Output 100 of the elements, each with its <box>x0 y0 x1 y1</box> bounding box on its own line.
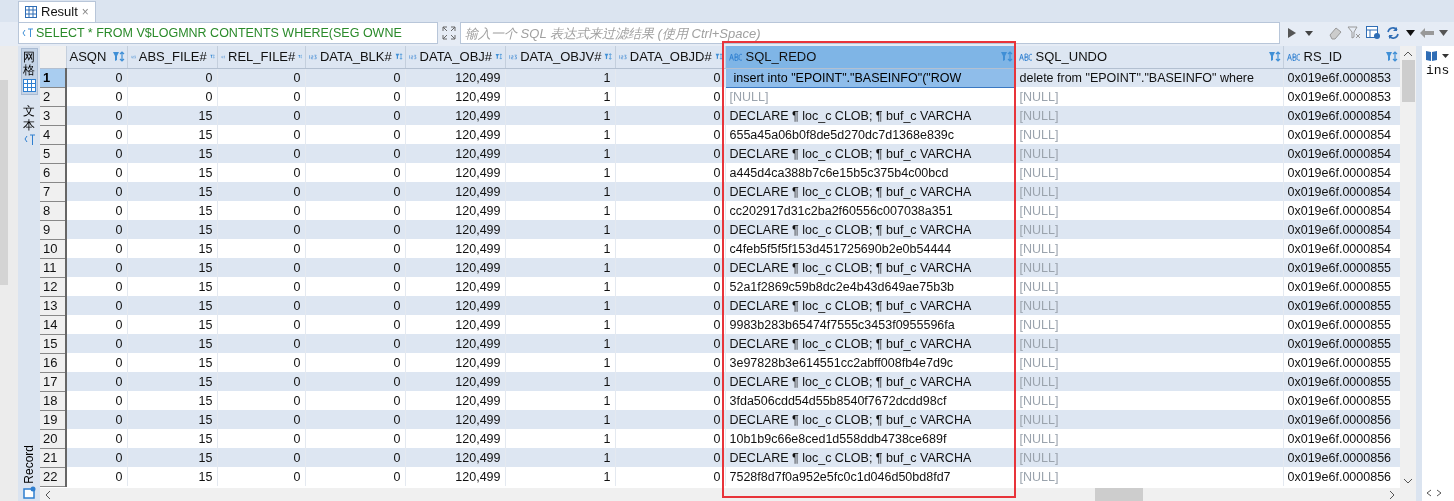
text-type-icon <box>1286 52 1301 61</box>
table-cell: 120,499 <box>405 296 505 315</box>
table-cell: DECLARE ¶ loc_c CLOB; ¶ buf_c VARCHA <box>725 448 1015 467</box>
table-cell: 0 <box>66 372 127 391</box>
table-cell: 0 <box>615 106 725 125</box>
number-type-icon <box>408 52 417 61</box>
table-cell: DECLARE ¶ loc_c CLOB; ¶ buf_c VARCHA <box>725 410 1015 429</box>
table-cell: 0 <box>305 410 405 429</box>
scrollbar-thumb[interactable] <box>1095 488 1143 501</box>
null-cell: [NULL] <box>1015 220 1283 239</box>
table-cell: 1 <box>505 467 615 486</box>
table-cell: 0 <box>217 334 305 353</box>
table-cell: 15 <box>127 467 217 486</box>
result-tab[interactable]: Result × <box>18 1 96 22</box>
table-cell: 1 <box>505 182 615 201</box>
null-cell: [NULL] <box>1015 106 1283 125</box>
scroll-right-icon[interactable] <box>1388 489 1396 500</box>
column-header[interactable]: DATA_OBJ# <box>405 46 505 68</box>
table-cell: 0 <box>305 296 405 315</box>
table-cell: DECLARE ¶ loc_c CLOB; ¶ buf_c VARCHA <box>725 372 1015 391</box>
table-settings-icon[interactable] <box>1366 26 1381 40</box>
filter-icon[interactable] <box>1347 26 1361 40</box>
filter-sort-icon[interactable] <box>1384 51 1398 63</box>
column-header[interactable]: RS_ID <box>1283 46 1400 68</box>
column-header[interactable]: REL_FILE# <box>217 46 305 68</box>
table-cell: DECLARE ¶ loc_c CLOB; ¶ buf_c VARCHA <box>725 144 1015 163</box>
scrollbar-thumb[interactable] <box>0 80 8 285</box>
dropdown-icon[interactable] <box>1442 52 1449 59</box>
table-cell: 120,499 <box>405 372 505 391</box>
eraser-icon[interactable] <box>1328 26 1342 40</box>
scroll-left-icon[interactable] <box>44 489 52 500</box>
text-icon <box>23 133 35 146</box>
dropdown-icon[interactable] <box>1439 29 1448 37</box>
view-tab[interactable]: Record <box>19 443 39 501</box>
column-header[interactable]: SQL_REDO <box>725 46 1015 68</box>
table-cell: 15 <box>127 296 217 315</box>
dropdown-icon[interactable] <box>1406 29 1415 37</box>
expand-icon[interactable] <box>442 26 456 41</box>
scroll-left-icon[interactable] <box>1426 489 1432 497</box>
filter-sort-icon[interactable] <box>111 51 125 63</box>
book-icon[interactable] <box>1426 50 1438 61</box>
table-cell: 15 <box>127 258 217 277</box>
table-cell: DECLARE ¶ loc_c CLOB; ¶ buf_c VARCHA <box>725 220 1015 239</box>
column-header[interactable]: DATA_OBJD# <box>615 46 725 68</box>
table-cell: 0 <box>66 258 127 277</box>
null-cell: [NULL] <box>1015 410 1283 429</box>
view-tab[interactable]: 文本 <box>22 103 36 148</box>
table-cell: 15 <box>127 334 217 353</box>
table-cell: 0 <box>615 144 725 163</box>
table-cell: 120,499 <box>405 334 505 353</box>
column-header[interactable]: DATA_OBJV# <box>505 46 615 68</box>
filter-sort-icon[interactable] <box>714 51 723 63</box>
view-tab[interactable]: 网格 <box>20 48 38 96</box>
scroll-right-icon[interactable] <box>1436 489 1442 497</box>
refresh-icon[interactable] <box>1386 26 1401 40</box>
table-cell: 15 <box>127 372 217 391</box>
table-cell: 15 <box>127 448 217 467</box>
null-cell: [NULL] <box>1015 448 1283 467</box>
null-cell: [NULL] <box>1015 296 1283 315</box>
scroll-up-icon[interactable] <box>1403 50 1413 58</box>
number-type-icon <box>130 52 136 61</box>
dropdown-icon[interactable] <box>1304 28 1314 38</box>
query-field[interactable]: SELECT * FROM V$LOGMNR CONTENTS WHERE(SEG OWNE <box>18 22 438 44</box>
table-cell: 15 <box>127 106 217 125</box>
table-cell: DECLARE ¶ loc_c CLOB; ¶ buf_c VARCHA <box>725 296 1015 315</box>
filter-sort-icon[interactable] <box>394 51 403 63</box>
scrollbar-thumb[interactable] <box>1401 60 1415 102</box>
table-cell: 120,499 <box>405 448 505 467</box>
table-cell: 0x019e6f.0000854 <box>1283 144 1400 163</box>
table-cell: 0 <box>66 448 127 467</box>
table-cell: 0 <box>305 220 405 239</box>
record-icon <box>22 486 36 499</box>
table-cell: 120,499 <box>405 220 505 239</box>
filter-sort-icon[interactable] <box>1267 51 1281 63</box>
table-cell: 0 <box>305 372 405 391</box>
table-cell: 0 <box>615 258 725 277</box>
table-cell: 0x019e6f.0000854 <box>1283 182 1400 201</box>
table-cell: 0x019e6f.0000856 <box>1283 410 1400 429</box>
table-cell: 0 <box>305 334 405 353</box>
table-cell: 0 <box>615 448 725 467</box>
back-arrow-icon[interactable] <box>1420 28 1434 38</box>
filter-sort-icon[interactable] <box>604 51 613 63</box>
null-cell: [NULL] <box>1015 467 1283 486</box>
column-header[interactable]: DATA_BLK# <box>305 46 405 68</box>
table-cell: 0 <box>615 220 725 239</box>
close-button[interactable]: × <box>81 6 89 18</box>
null-cell: [NULL] <box>1015 144 1283 163</box>
table-cell: 120,499 <box>405 106 505 125</box>
table-cell: 120,499 <box>405 144 505 163</box>
column-header[interactable]: ABS_FILE# <box>127 46 217 68</box>
filter-sort-icon[interactable] <box>495 51 503 63</box>
table-cell: 0 <box>66 296 127 315</box>
play-icon[interactable] <box>1288 28 1296 38</box>
column-header[interactable]: SQL_UNDO <box>1015 46 1283 68</box>
column-header[interactable]: ASQN <box>66 46 127 68</box>
table-cell: 0 <box>217 410 305 429</box>
table-cell: 0 <box>305 106 405 125</box>
scroll-down-icon[interactable] <box>1403 477 1413 485</box>
table-cell: 0 <box>66 334 127 353</box>
text-type-icon <box>1018 52 1033 61</box>
